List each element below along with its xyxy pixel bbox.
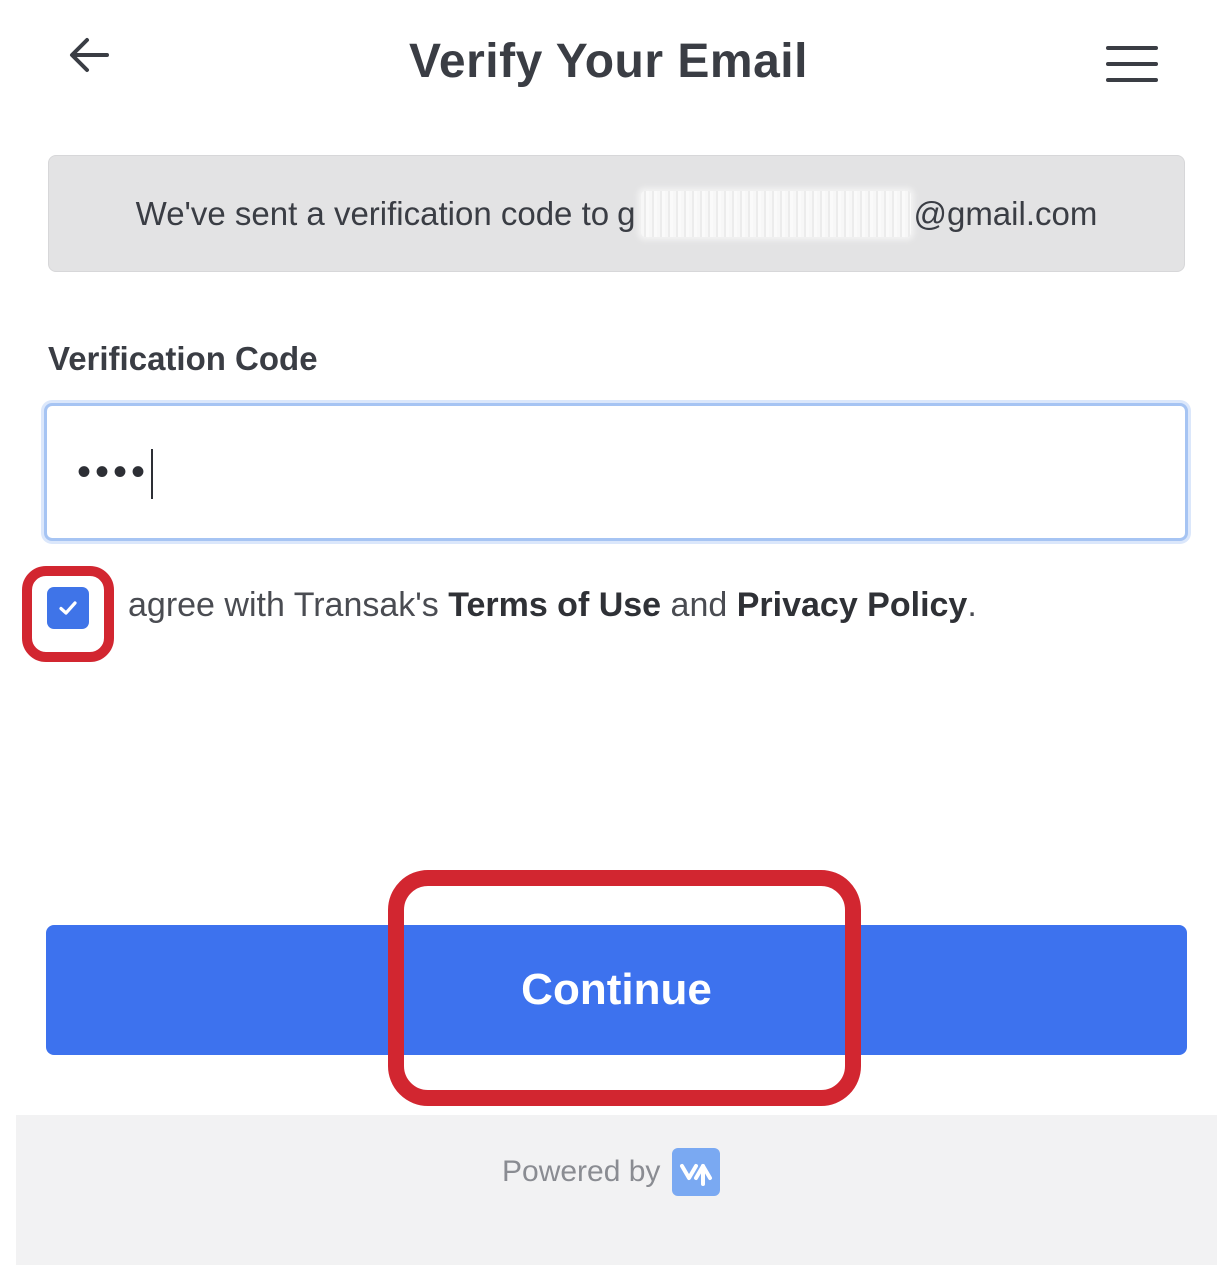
email-visible-prefix: g [617, 194, 636, 232]
and-text: and [670, 586, 728, 624]
verification-code-label: Verification Code [48, 340, 318, 377]
checkmark-icon [59, 601, 77, 615]
email-redaction [641, 190, 912, 237]
terms-checkbox[interactable] [47, 587, 89, 629]
footer: Powered by [16, 1115, 1217, 1265]
agree-period: . [967, 586, 977, 624]
powered-by: Powered by [502, 1148, 721, 1196]
email-suffix: @gmail.com [913, 194, 1098, 232]
privacy-policy-link[interactable]: Privacy Policy [737, 586, 968, 624]
menu-button[interactable] [1104, 40, 1162, 90]
verification-sent-banner: We've sent a verification code to g @gma… [48, 155, 1185, 272]
hamburger-menu-icon [1106, 46, 1158, 50]
continue-button[interactable]: Continue [46, 925, 1187, 1055]
terms-of-use-link[interactable]: Terms of Use [448, 586, 661, 624]
agree-prefix: agree with Transak's [128, 586, 439, 624]
powered-by-text: Powered by [502, 1155, 661, 1188]
page-title: Verify Your Email [409, 35, 808, 88]
terms-agreement-text: agree with Transak's Terms of Use and Pr… [128, 586, 977, 625]
transak-logo-icon [672, 1148, 721, 1196]
masked-code-value: •••• [77, 450, 150, 494]
verification-code-input[interactable]: •••• [44, 403, 1188, 541]
verify-email-page: Verify Your Email We've sent a verificat… [0, 0, 1217, 1265]
banner-text: We've sent a verification code to [135, 194, 610, 232]
text-caret [151, 449, 154, 500]
